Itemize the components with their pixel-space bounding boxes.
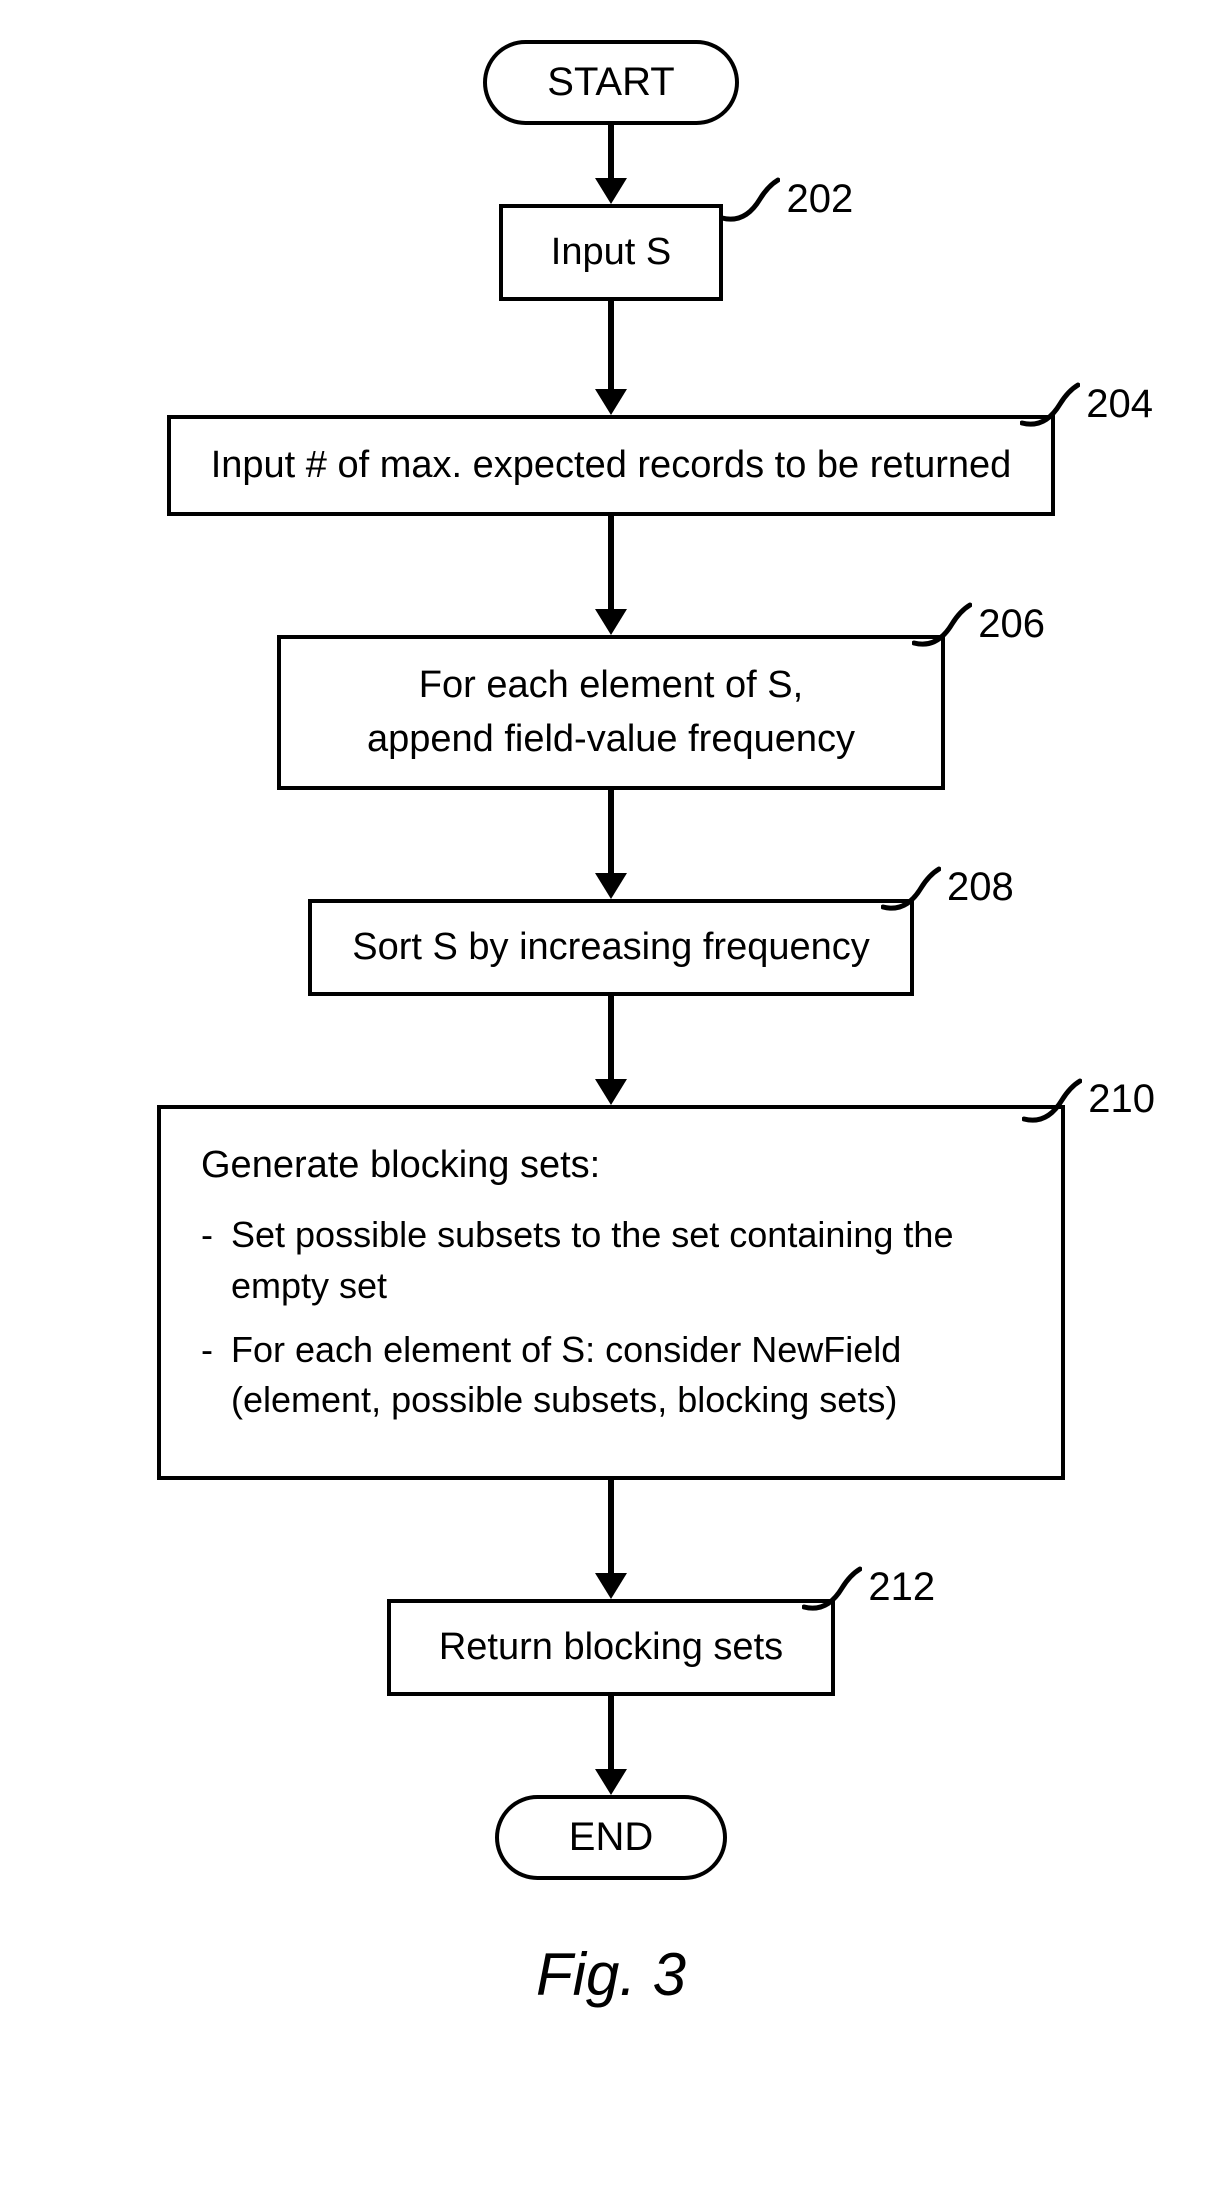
node-generate-blocking-sets-box: Generate blocking sets: - Set possible s… (157, 1105, 1065, 1480)
flowchart: START Input S 202 Input # of max. expect… (161, 40, 1061, 2009)
arrow (595, 996, 627, 1105)
arrow (595, 1480, 627, 1599)
arrow (595, 790, 627, 899)
terminal-start-label: START (483, 40, 738, 125)
node-return-blocking-sets-label: Return blocking sets (387, 1599, 835, 1696)
ref-202: 202 (720, 174, 853, 224)
node-sort-s: Sort S by increasing frequency 208 (308, 899, 914, 996)
node-append-frequency-box: For each element of S, append field-valu… (277, 635, 945, 789)
node-input-s-label: Input S (499, 204, 723, 301)
node-return-blocking-sets: Return blocking sets 212 (387, 1599, 835, 1696)
node-input-s: Input S 202 (499, 204, 723, 301)
node-sort-s-label: Sort S by increasing frequency (308, 899, 914, 996)
ref-210: 210 (1022, 1075, 1155, 1125)
node-generate-item-2: - For each element of S: consider NewFie… (201, 1325, 1021, 1426)
arrow (595, 301, 627, 415)
terminal-end-label: END (495, 1795, 727, 1880)
ref-212: 212 (802, 1563, 935, 1613)
node-input-max-records-label: Input # of max. expected records to be r… (167, 415, 1055, 516)
figure-caption: Fig. 3 (536, 1940, 686, 2009)
ref-204: 204 (1020, 379, 1153, 429)
node-generate-blocking-sets: Generate blocking sets: - Set possible s… (157, 1105, 1065, 1480)
ref-208: 208 (881, 863, 1014, 913)
node-generate-heading: Generate blocking sets: (201, 1139, 1021, 1192)
terminal-start: START (483, 40, 738, 125)
node-append-frequency-line1: For each element of S, (419, 664, 803, 706)
node-append-frequency: For each element of S, append field-valu… (277, 635, 945, 789)
arrow (595, 516, 627, 635)
node-generate-item-1: - Set possible subsets to the set contai… (201, 1210, 1021, 1311)
arrow (595, 1696, 627, 1795)
node-append-frequency-line2: append field-value frequency (367, 718, 855, 760)
ref-206: 206 (912, 599, 1045, 649)
arrow (595, 125, 627, 204)
terminal-end: END (495, 1795, 727, 1880)
node-input-max-records: Input # of max. expected records to be r… (167, 415, 1055, 516)
